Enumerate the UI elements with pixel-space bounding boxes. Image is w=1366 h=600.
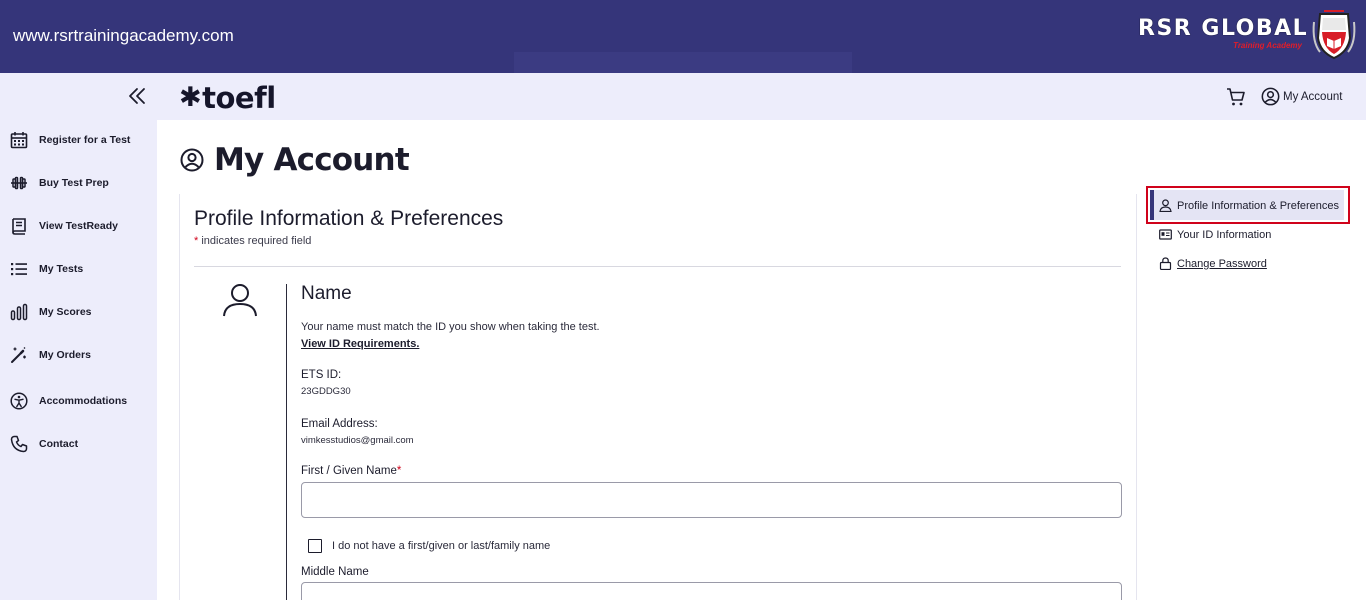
sidebar-item-buy-test-prep[interactable]: Buy Test Prep <box>10 172 109 194</box>
bar-chart-icon <box>10 303 28 321</box>
sidebar-item-contact[interactable]: Contact <box>10 433 78 455</box>
first-name-label-text: First / Given Name <box>301 465 397 477</box>
person-icon <box>1159 199 1172 212</box>
user-circle-icon <box>180 148 204 172</box>
banner-strip <box>514 52 852 73</box>
sidebar-item-label: My Orders <box>39 349 91 361</box>
middle-name-label: Middle Name <box>301 566 369 578</box>
name-description: Your name must match the ID you show whe… <box>301 321 600 333</box>
user-circle-icon <box>1261 87 1280 106</box>
section-title: Profile Information & Preferences <box>194 207 504 230</box>
email-value: vimkesstudios@gmail.com <box>301 435 414 446</box>
no-name-checkbox[interactable] <box>308 539 322 553</box>
sidebar-item-my-tests[interactable]: My Tests <box>10 258 83 280</box>
view-id-requirements-link[interactable]: View ID Requirements. <box>301 338 419 350</box>
sidebar-item-label: Register for a Test <box>39 134 131 146</box>
right-nav-label: Profile Information & Preferences <box>1177 199 1340 212</box>
cart-icon[interactable] <box>1226 87 1246 107</box>
right-nav-label: Your ID Information <box>1177 228 1272 241</box>
banner-url[interactable]: www.rsrtrainingacademy.com <box>13 26 234 46</box>
brand-subtitle: Training Academy <box>1233 41 1302 50</box>
sidebar-item-label: Buy Test Prep <box>39 177 109 189</box>
sidebar-item-my-orders[interactable]: My Orders <box>10 344 91 366</box>
sidebar: Register for a Test Buy Test Prep View T… <box>0 73 157 600</box>
sidebar-item-view-testready[interactable]: View TestReady <box>10 215 118 237</box>
email-label: Email Address: <box>301 418 378 430</box>
page-title: My Account <box>180 142 410 178</box>
card-border-left <box>179 194 180 600</box>
asterisk-icon: ✱ <box>179 82 202 113</box>
first-name-input[interactable] <box>301 482 1122 518</box>
toefl-logo[interactable]: ✱toefl <box>179 81 276 115</box>
sidebar-item-label: My Tests <box>39 263 84 275</box>
my-account-label: My Account <box>1283 90 1343 103</box>
ets-id-value: 23GDDG30 <box>301 386 351 397</box>
name-heading: Name <box>301 283 352 304</box>
card-border-right <box>1136 194 1137 600</box>
magic-wand-icon <box>11 347 26 363</box>
lock-icon <box>1159 257 1172 270</box>
required-note-text: indicates required field <box>198 235 312 247</box>
collapse-sidebar-icon[interactable] <box>126 85 148 107</box>
no-name-checkbox-label: I do not have a first/given or last/fami… <box>332 540 551 552</box>
id-card-icon <box>1159 229 1172 240</box>
right-nav-change-password[interactable]: Change Password <box>1159 257 1267 270</box>
header-bar: ✱toefl My Account <box>157 73 1366 120</box>
dumbbell-icon <box>11 176 27 190</box>
phone-icon <box>10 435 28 453</box>
calendar-icon <box>10 132 28 149</box>
middle-name-input[interactable] <box>301 582 1122 600</box>
top-banner: www.rsrtrainingacademy.com RSR GLOBAL Tr… <box>0 0 1366 73</box>
right-nav-profile-information[interactable]: Profile Information & Preferences <box>1159 199 1339 212</box>
crest-icon <box>1312 10 1356 60</box>
divider <box>194 266 1121 267</box>
sidebar-item-register[interactable]: Register for a Test <box>10 129 130 151</box>
required-field-note: * indicates required field <box>194 235 311 247</box>
logo-text: toefl <box>202 81 276 115</box>
sidebar-item-my-scores[interactable]: My Scores <box>10 301 92 323</box>
ets-id-label: ETS ID: <box>301 369 342 381</box>
sidebar-item-accommodations[interactable]: Accommodations <box>10 390 127 412</box>
sidebar-item-label: My Scores <box>39 306 92 318</box>
book-icon <box>12 218 26 235</box>
no-name-checkbox-row: I do not have a first/given or last/fami… <box>308 539 550 553</box>
brand-name: RSR GLOBAL <box>1138 16 1309 41</box>
page-title-text: My Account <box>214 142 410 178</box>
sidebar-item-label: View TestReady <box>39 220 118 232</box>
accessibility-icon <box>10 392 28 410</box>
right-nav-id-information[interactable]: Your ID Information <box>1159 228 1271 241</box>
sidebar-item-label: Contact <box>39 438 79 450</box>
sidebar-item-label: Accommodations <box>39 395 128 407</box>
name-section-line <box>286 284 287 600</box>
list-icon <box>11 263 27 276</box>
person-icon <box>223 284 257 317</box>
first-name-label: First / Given Name* <box>301 465 401 477</box>
required-star: * <box>396 465 402 477</box>
right-nav-label: Change Password <box>1177 257 1267 270</box>
brand-logo: RSR GLOBAL Training Academy <box>1138 12 1309 52</box>
my-account-link[interactable]: My Account <box>1261 87 1342 106</box>
